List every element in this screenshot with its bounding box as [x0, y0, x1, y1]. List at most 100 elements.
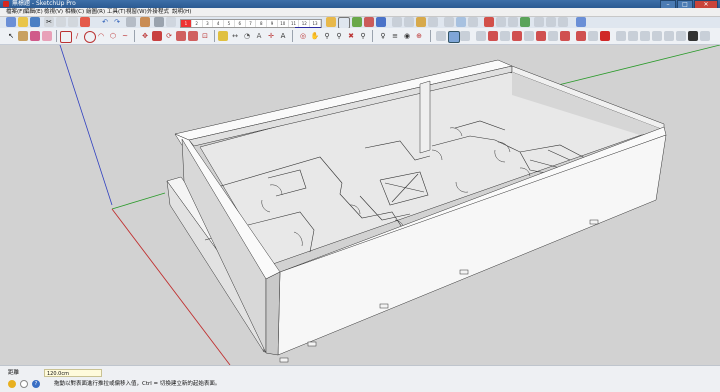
new-file-icon[interactable]: [6, 17, 16, 27]
scenes-icon[interactable]: [700, 31, 710, 41]
look-around-icon[interactable]: ◉: [402, 31, 412, 41]
left-view-icon[interactable]: [500, 31, 510, 41]
redo-icon[interactable]: ↷: [112, 17, 122, 27]
shadow-icon[interactable]: [352, 17, 362, 27]
rotate-icon[interactable]: ⟳: [164, 31, 174, 41]
toolbar1-icon-a[interactable]: [392, 17, 402, 27]
top-view-icon[interactable]: [448, 31, 460, 43]
help-icon[interactable]: ?: [32, 380, 40, 388]
position-camera-icon[interactable]: ♀: [378, 31, 388, 41]
cut-icon[interactable]: ✂: [44, 17, 54, 27]
polygon-tool-icon[interactable]: ⬡: [108, 31, 118, 41]
make-component-icon[interactable]: [18, 31, 28, 41]
select-arrow-icon[interactable]: ↖: [6, 31, 16, 41]
axes-icon[interactable]: ✛: [266, 31, 276, 41]
print-icon[interactable]: [126, 17, 136, 27]
monochrome-icon[interactable]: [576, 31, 586, 41]
paste-icon[interactable]: [68, 17, 78, 27]
dimension-icon[interactable]: ↔: [230, 31, 240, 41]
toolbar1-icon-e[interactable]: [444, 17, 454, 27]
blue-axis: [59, 45, 113, 206]
style-icon[interactable]: [640, 31, 650, 41]
open-folder-icon[interactable]: [18, 17, 28, 27]
window-title: 無標題 - SketchUp Pro: [12, 0, 76, 7]
large-tool-set: ↖ / ◠ ⬡ ~ ✥ ⟳ ⊡ ↔ ◔ A ✛ A ◎ ✋ ⚲ ⚲ ✖ ⚲ ♀ …: [0, 28, 720, 45]
toolbar-separator: [372, 30, 373, 42]
material-icon[interactable]: [664, 31, 674, 41]
modeling-viewport[interactable]: [0, 45, 720, 365]
front-view-icon[interactable]: [460, 31, 470, 41]
zoom-icon[interactable]: ⚲: [322, 31, 332, 41]
tape-measure-icon[interactable]: [218, 31, 228, 41]
toolbar1-icon-f[interactable]: [456, 17, 466, 27]
section-plane-icon[interactable]: ⊕: [414, 31, 424, 41]
toolbar1-icon-m[interactable]: [546, 17, 556, 27]
wireframe-icon[interactable]: [524, 31, 534, 41]
iso-view-icon[interactable]: [436, 31, 446, 41]
erase-icon[interactable]: [80, 17, 90, 27]
toolbar1-icon-b[interactable]: [404, 17, 414, 27]
toolbar1-icon-g[interactable]: [468, 17, 478, 27]
layout-icon[interactable]: [628, 31, 638, 41]
toolbar-separator: [430, 30, 431, 42]
circle-icon[interactable]: [166, 17, 176, 27]
orbit-icon[interactable]: ◎: [298, 31, 308, 41]
toolbar1-icon-o[interactable]: [576, 17, 586, 27]
camera-icon[interactable]: [154, 17, 164, 27]
save-icon[interactable]: [30, 17, 40, 27]
offset-icon[interactable]: ⊡: [200, 31, 210, 41]
shaded-icon[interactable]: [548, 31, 558, 41]
sun-icon[interactable]: [376, 17, 386, 27]
toolbar1-icon-j[interactable]: [508, 17, 518, 27]
zoom-window-icon[interactable]: ⚲: [334, 31, 344, 41]
circle-tool-icon[interactable]: [84, 31, 96, 43]
geo-location-icon[interactable]: [8, 380, 16, 388]
move-icon[interactable]: ✥: [140, 31, 150, 41]
text-icon[interactable]: A: [254, 31, 264, 41]
push-pull-icon[interactable]: [152, 31, 162, 41]
measurements-label: 距離: [8, 370, 20, 376]
outliner-icon[interactable]: [688, 31, 698, 41]
polygon-icon[interactable]: [326, 17, 336, 27]
rectangle-icon[interactable]: [60, 31, 72, 43]
toolbar1-icon-c[interactable]: [416, 17, 426, 27]
toolbar1-icon-n[interactable]: [558, 17, 568, 27]
layers-icon[interactable]: [676, 31, 686, 41]
user-icon[interactable]: [140, 17, 150, 27]
component-icon[interactable]: [652, 31, 662, 41]
right-view-icon[interactable]: [476, 31, 486, 41]
toolbar1-icon-i[interactable]: [496, 17, 506, 27]
credits-icon[interactable]: [20, 380, 28, 388]
toolbar1-icon-h[interactable]: [484, 17, 494, 27]
freehand-icon[interactable]: ~: [120, 31, 130, 41]
textured-icon[interactable]: [560, 31, 570, 41]
back-view-icon[interactable]: [488, 31, 498, 41]
walk-icon[interactable]: ≡: [390, 31, 400, 41]
scale-icon[interactable]: [188, 31, 198, 41]
protractor-icon[interactable]: ◔: [242, 31, 252, 41]
undo-icon[interactable]: ↶: [100, 17, 110, 27]
follow-me-icon[interactable]: [176, 31, 186, 41]
xray-icon[interactable]: [512, 31, 522, 41]
paint-bucket-icon[interactable]: [30, 31, 40, 41]
copy-icon[interactable]: [56, 17, 66, 27]
eraser-icon[interactable]: [42, 31, 52, 41]
fog-icon[interactable]: [364, 17, 374, 27]
extension-icon[interactable]: [616, 31, 626, 41]
toolbar-separator: [134, 30, 135, 42]
previous-view-icon[interactable]: ⚲: [358, 31, 368, 41]
3d-text-icon[interactable]: A: [278, 31, 288, 41]
pan-icon[interactable]: ✋: [310, 31, 320, 41]
hidden-line-icon[interactable]: [536, 31, 546, 41]
warehouse-icon[interactable]: [588, 31, 598, 41]
line-icon[interactable]: /: [72, 31, 82, 41]
front-wall-end: [265, 271, 281, 356]
toolbar1-icon-l[interactable]: [534, 17, 544, 27]
toolbar1-icon-d[interactable]: [428, 17, 438, 27]
zoom-extents-icon[interactable]: ✖: [346, 31, 356, 41]
toolbar1-icon-k[interactable]: [520, 17, 530, 27]
share-icon[interactable]: [600, 31, 610, 41]
measurements-input[interactable]: 120.0cm: [44, 369, 102, 377]
arc-icon[interactable]: ◠: [96, 31, 106, 41]
toolbar-separator: [56, 30, 57, 42]
